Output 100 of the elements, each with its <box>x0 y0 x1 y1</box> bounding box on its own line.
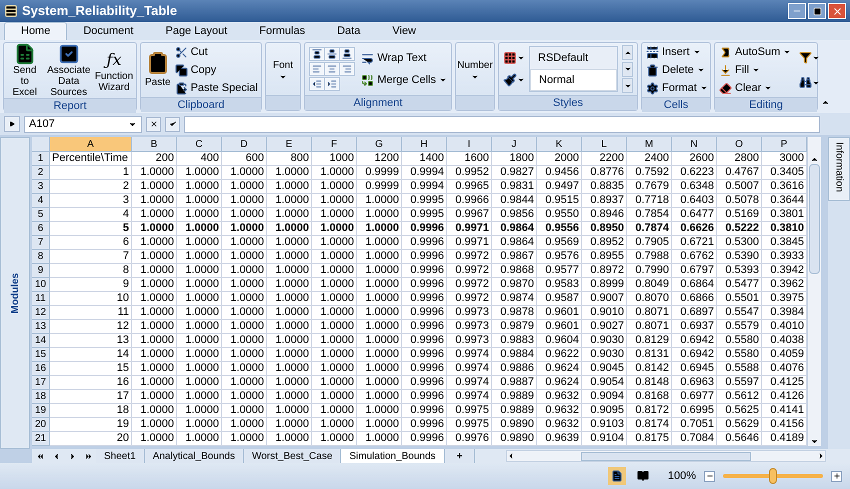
ribbon-tab[interactable]: View <box>376 22 432 40</box>
row-header[interactable]: 14 <box>32 334 50 348</box>
ribbon-button[interactable]: ƒx Function Wizard <box>96 48 132 92</box>
row-header[interactable]: 4 <box>32 194 50 208</box>
column-header[interactable]: D <box>222 137 267 152</box>
table-cell: 1.0000 <box>357 306 402 320</box>
row-header[interactable]: 2 <box>32 166 50 180</box>
alignment-button[interactable] <box>324 47 340 61</box>
slider-thumb[interactable] <box>769 468 777 484</box>
chevron-right-icon <box>817 452 825 460</box>
table-cell: 0.9966 <box>447 194 492 208</box>
more-styles-button[interactable] <box>622 78 633 93</box>
ribbon-button[interactable]: Paste Special <box>174 79 258 97</box>
row-header[interactable]: 12 <box>32 306 50 320</box>
sheet-tab[interactable]: Simulation_Bounds <box>341 449 445 463</box>
column-header[interactable]: F <box>312 137 357 152</box>
zoom-out-button[interactable] <box>704 470 715 482</box>
ribbon-tab[interactable]: Document <box>67 22 150 40</box>
ribbon-button[interactable]: Merge Cells <box>361 71 447 89</box>
scroll-down-button[interactable] <box>622 62 633 76</box>
table-cell: 1.0000 <box>267 418 312 432</box>
row-header[interactable]: 21 <box>32 432 50 446</box>
table-cell: 0.9878 <box>492 306 537 320</box>
row-header[interactable]: 16 <box>32 362 50 376</box>
horizontal-scrollbar[interactable] <box>506 450 826 462</box>
ribbon-button[interactable]: AutoSum <box>719 43 792 61</box>
cell-style-button[interactable] <box>503 73 525 87</box>
column-header[interactable]: E <box>267 137 312 152</box>
side-panel-tab[interactable]: Information <box>828 137 850 201</box>
alignment-button[interactable] <box>309 47 325 61</box>
collapse-ribbon-button[interactable] <box>821 98 830 107</box>
alignment-button[interactable] <box>339 47 356 61</box>
ribbon-tab[interactable]: Home <box>4 22 68 40</box>
group-label: Alignment <box>354 96 402 111</box>
ribbon-button[interactable]: Delete <box>646 61 708 79</box>
scroll-up-button[interactable] <box>622 45 633 60</box>
ribbon-button[interactable]: Copy <box>174 61 258 79</box>
row-header[interactable]: 5 <box>32 208 50 222</box>
row-header[interactable]: 15 <box>32 348 50 362</box>
style-option[interactable]: RSDefault <box>530 47 617 69</box>
expand-button[interactable] <box>4 116 20 132</box>
close-button[interactable] <box>828 3 846 19</box>
row-header[interactable]: 9 <box>32 264 50 278</box>
column-header[interactable]: A <box>50 137 132 152</box>
row-header[interactable]: 17 <box>32 376 50 390</box>
row-header[interactable]: 10 <box>32 278 50 292</box>
row-header[interactable]: 13 <box>32 320 50 334</box>
table-cell: 0.9890 <box>492 418 537 432</box>
column-header[interactable]: B <box>132 137 177 152</box>
name-box[interactable]: A107 <box>24 116 142 132</box>
column-header[interactable]: K <box>537 137 582 152</box>
table-style-button[interactable] <box>503 51 525 65</box>
row-header[interactable]: 7 <box>32 236 50 250</box>
formula-field[interactable] <box>184 116 820 132</box>
scroll-thumb[interactable] <box>809 164 820 274</box>
row-header[interactable]: 11 <box>32 292 50 306</box>
row-header[interactable]: 19 <box>32 404 50 418</box>
row-header[interactable]: 20 <box>32 418 50 432</box>
font-button[interactable]: Font <box>270 58 296 80</box>
ribbon-button[interactable]: Format <box>646 79 708 97</box>
row-header[interactable]: 1 <box>32 152 50 166</box>
row-header[interactable]: 8 <box>32 250 50 264</box>
vertical-scrollbar[interactable] <box>807 137 821 446</box>
ribbon-button[interactable]: Associate Data Sources <box>45 43 92 98</box>
row-header[interactable]: 18 <box>32 390 50 404</box>
group-label: Editing <box>749 98 783 113</box>
ribbon-button[interactable]: Fill <box>719 61 792 79</box>
column-header[interactable]: G <box>357 137 402 152</box>
column-header[interactable]: C <box>177 137 222 152</box>
column-header[interactable]: P <box>762 137 807 152</box>
zoom-in-button[interactable] <box>831 470 842 482</box>
ribbon-tab[interactable]: Page Layout <box>149 22 244 40</box>
ribbon-button[interactable]: Clear <box>719 79 792 97</box>
row-header[interactable]: 6 <box>32 222 50 236</box>
ribbon-button[interactable]: Insert <box>646 43 708 61</box>
ribbon-button[interactable]: Send to Excel <box>8 43 42 98</box>
ribbon-tab[interactable]: Data <box>321 22 376 40</box>
style-option[interactable]: Normal <box>530 69 617 91</box>
row-header[interactable]: 3 <box>32 180 50 194</box>
ribbon-tab[interactable]: Formulas <box>243 22 322 40</box>
column-header[interactable]: L <box>582 137 627 152</box>
find-button[interactable] <box>799 76 820 89</box>
table-cell: 1.0000 <box>357 320 402 334</box>
confirm-button[interactable] <box>165 116 180 132</box>
ribbon-button[interactable]: Cut <box>174 43 258 61</box>
zoom-slider[interactable] <box>723 468 823 484</box>
checkbox-icon <box>58 43 80 65</box>
column-header[interactable]: M <box>627 137 672 152</box>
cancel-button[interactable] <box>146 116 161 132</box>
column-header[interactable]: O <box>717 137 762 152</box>
column-header[interactable]: J <box>492 137 537 152</box>
sort-filter-button[interactable] <box>799 51 820 64</box>
normal-view-button[interactable] <box>608 467 626 485</box>
side-panel-label[interactable]: Modules <box>8 272 22 314</box>
column-header[interactable]: N <box>672 137 717 152</box>
column-header[interactable]: I <box>447 137 492 152</box>
paste-button[interactable]: Paste <box>145 50 171 90</box>
column-header[interactable]: H <box>402 137 447 152</box>
maximize-button[interactable] <box>808 3 826 19</box>
ribbon-button[interactable]: Wrap Text <box>361 49 447 67</box>
